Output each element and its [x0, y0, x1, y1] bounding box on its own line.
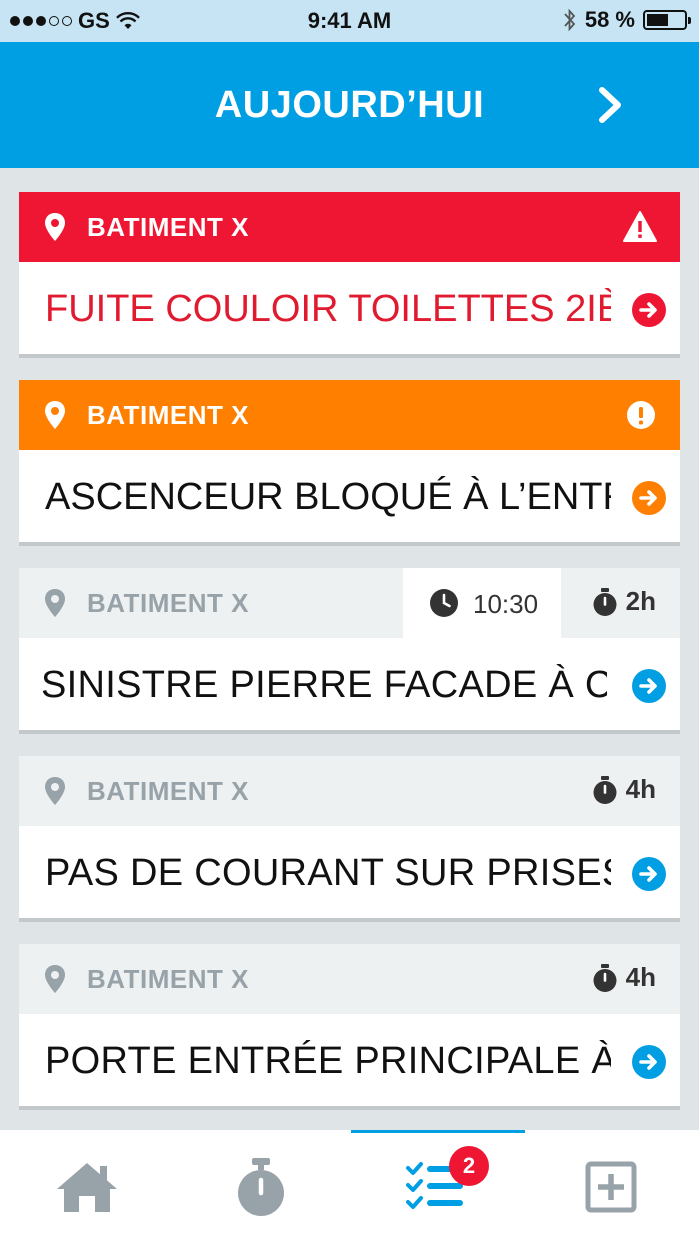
scheduled-time-box: 10:30 [403, 568, 561, 638]
battery-icon [643, 10, 691, 30]
task-title: SINISTRE PIERRE FACADE À CO [41, 664, 607, 706]
tab-tasks[interactable] [351, 1130, 525, 1242]
building-name: BATIMENT X [87, 964, 249, 994]
task-card[interactable]: BATIMENT X ASCENCEUR BLOQUÉ À L’ENTR [19, 380, 680, 542]
tab-bar: 2 [0, 1130, 699, 1242]
tab-add[interactable] [525, 1130, 699, 1242]
building-name: BATIMENT X [87, 400, 249, 430]
battery-percent: 58 % [584, 7, 635, 32]
location-pin-icon [45, 777, 65, 805]
task-title: ASCENCEUR BLOQUÉ À L’ENTR [45, 476, 611, 518]
stopwatch-icon [238, 1158, 284, 1216]
task-title: PORTE ENTRÉE PRINCIPALE À [45, 1040, 611, 1082]
clock-icon [430, 589, 458, 617]
location-pin-icon [45, 965, 65, 993]
task-duration: 2h [625, 586, 656, 616]
task-card-header: BATIMENT X [19, 380, 680, 450]
arrow-right-circle-icon[interactable] [632, 1045, 666, 1079]
arrow-right-circle-icon[interactable] [632, 857, 666, 891]
location-pin-icon [45, 589, 65, 617]
task-card-body[interactable]: SINISTRE PIERRE FACADE À CO [19, 638, 680, 730]
task-card[interactable]: BATIMENT X 4h PAS DE COURANT SUR PRISES [19, 756, 680, 918]
task-card-header: BATIMENT X [19, 192, 680, 262]
task-title: PAS DE COURANT SUR PRISES [45, 852, 611, 894]
tab-timer[interactable] [175, 1130, 351, 1242]
duration-group: 2h [592, 586, 656, 617]
location-pin-icon [45, 213, 65, 241]
stopwatch-icon [593, 963, 617, 992]
warning-triangle-icon [623, 211, 657, 242]
duration-group: 4h [592, 962, 656, 993]
task-title: FUITE COULOIR TOILETTES 2IÈ [45, 288, 611, 330]
building-name: BATIMENT X [87, 588, 249, 618]
task-card[interactable]: BATIMENT X 4h PORTE ENTRÉE PRINCIPALE À [19, 944, 680, 1106]
status-right: 58 % [563, 7, 691, 33]
task-card-body[interactable]: PORTE ENTRÉE PRINCIPALE À [19, 1014, 680, 1106]
bluetooth-icon [564, 8, 576, 32]
home-icon [57, 1163, 117, 1212]
task-duration: 4h [625, 774, 656, 804]
arrow-right-circle-icon[interactable] [632, 293, 666, 327]
location-pin-icon [45, 401, 65, 429]
stopwatch-icon [593, 587, 617, 616]
building-name: BATIMENT X [87, 776, 249, 806]
chevron-right-icon[interactable] [590, 82, 630, 128]
task-card-body[interactable]: FUITE COULOIR TOILETTES 2IÈ [19, 262, 680, 354]
duration-group: 4h [592, 774, 656, 805]
task-card-header: BATIMENT X 4h [19, 944, 680, 1014]
task-card[interactable]: BATIMENT X FUITE COULOIR TOILETTES 2IÈ [19, 192, 680, 354]
notification-badge: 2 [449, 1146, 489, 1186]
arrow-right-circle-icon[interactable] [632, 481, 666, 515]
task-card[interactable]: BATIMENT X 10:30 2h SINISTRE PIERRE FACA… [19, 568, 680, 730]
task-card-body[interactable]: ASCENCEUR BLOQUÉ À L’ENTR [19, 450, 680, 542]
building-name: BATIMENT X [87, 212, 249, 242]
status-bar: GS 9:41 AM 58 % [0, 0, 699, 42]
add-square-icon [585, 1161, 637, 1213]
scheduled-time: 10:30 [473, 589, 539, 619]
tab-home[interactable] [0, 1130, 175, 1242]
exclamation-circle-icon [627, 401, 655, 429]
task-list: BATIMENT X FUITE COULOIR TOILETTES 2IÈ B… [19, 192, 680, 1132]
task-card-body[interactable]: PAS DE COURANT SUR PRISES [19, 826, 680, 918]
app-header: AUJOURD’HUI [0, 42, 699, 168]
arrow-right-circle-icon[interactable] [632, 669, 666, 703]
task-duration: 4h [625, 962, 656, 992]
stopwatch-icon [593, 775, 617, 804]
task-card-header: BATIMENT X 4h [19, 756, 680, 826]
task-card-header: BATIMENT X 10:30 2h [19, 568, 680, 638]
